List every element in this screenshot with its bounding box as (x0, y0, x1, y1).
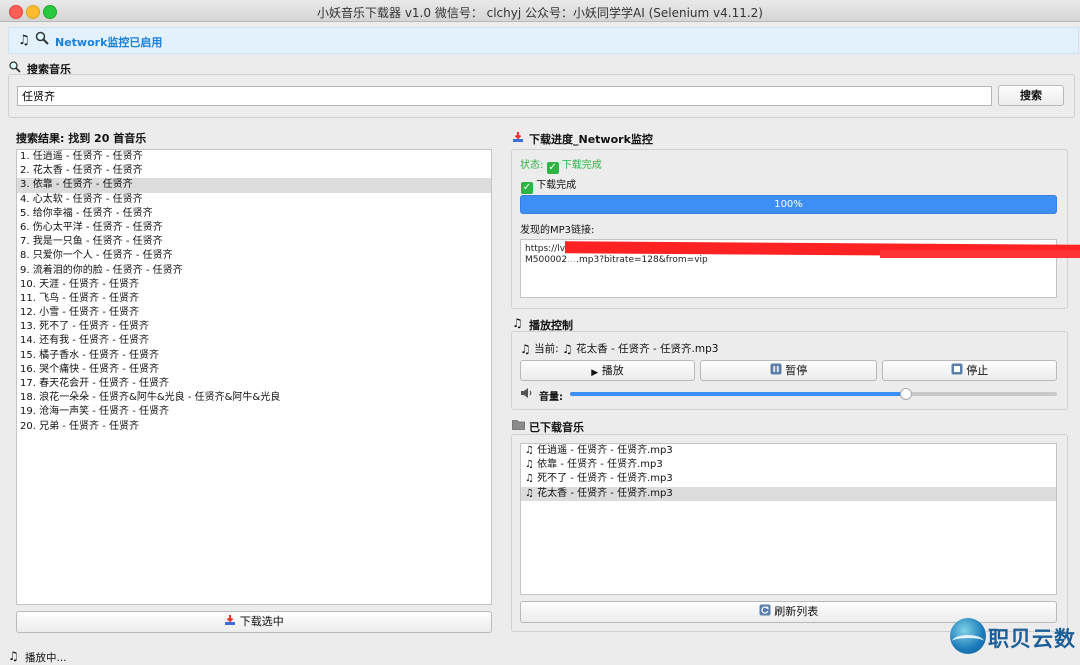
mp3-link-line-2-head: M500002 (525, 255, 568, 265)
network-status-banner: ♫ Network监控已启用 (8, 27, 1079, 54)
music-note-icon: ♫ (525, 487, 538, 499)
music-note-icon: ♫ (512, 316, 523, 330)
refresh-label: 刷新列表 (774, 605, 819, 618)
status-bar: ♫ 播放中... (0, 647, 1080, 664)
progress-section-title: 下载进度_Network监控 (529, 133, 653, 146)
play-icon: ▶ (591, 368, 599, 378)
pause-label: 暂停 (785, 364, 808, 377)
search-input[interactable] (17, 86, 992, 106)
mp3-links-label: 发现的MP3链接: (520, 225, 595, 236)
window-title: 小妖音乐下载器 v1.0 微信号： clchyj 公众号：小妖同学学AI (Se… (317, 6, 763, 20)
stop-button[interactable]: 停止 (882, 360, 1057, 381)
status-value: 下载完成 (561, 160, 602, 171)
mp3-link-line-2-tail: .mp3?bitrate=128&from=vip (576, 255, 708, 265)
stop-label: 停止 (966, 364, 989, 377)
result-list-item[interactable]: 17. 春天花会开 - 任贤齐 - 任贤齐 (17, 377, 491, 391)
downloaded-list-item[interactable]: ♫ 任逍遥 - 任贤齐 - 任贤齐.mp3 (521, 444, 1056, 458)
search-icon (35, 31, 49, 48)
current-track-name: 花太香 - 任贤齐 - 任贤齐.mp3 (576, 343, 719, 355)
redaction-bar (880, 250, 1080, 258)
result-list-item[interactable]: 6. 伤心太平洋 - 任贤齐 - 任贤齐 (17, 221, 491, 235)
speaker-icon (520, 387, 534, 402)
refresh-icon (759, 604, 771, 618)
music-note-icon: ♫ (525, 445, 538, 456)
result-list-item[interactable]: 13. 死不了 - 任贤齐 - 任贤齐 (17, 320, 491, 334)
status-bar-text: 播放中... (25, 652, 67, 664)
result-list-item[interactable]: 2. 花太香 - 任贤齐 - 任贤齐 (17, 164, 491, 178)
watermark-logo: 职贝云数 (950, 618, 1080, 658)
progress-percent: 100% (774, 199, 803, 210)
check-icon: ✓ (521, 182, 533, 194)
music-note-icon: ♫ (562, 342, 573, 356)
result-list-item[interactable]: 20. 兄弟 - 任贤齐 - 任贤齐 (17, 420, 491, 434)
result-list-item[interactable]: 4. 心太软 - 任贤齐 - 任贤齐 (17, 193, 491, 207)
globe-logo-icon (950, 618, 986, 654)
result-list-item[interactable]: 18. 浪花一朵朵 - 任贤齐&阿牛&光良 - 任贤齐&阿牛&光良 (17, 391, 491, 405)
music-note-icon: ♫ (525, 473, 538, 485)
result-list-item[interactable]: 9. 流着泪的你的脸 - 任贤齐 - 任贤齐 (17, 264, 491, 278)
download-message-text: 下载完成 (536, 180, 577, 191)
result-list-item[interactable]: 3. 依靠 - 任贤齐 - 任贤齐 (17, 178, 491, 193)
downloaded-item-name: 依靠 - 任贤齐 - 任贤齐.mp3 (537, 459, 663, 471)
watermark-text: 职贝云数 (988, 627, 1076, 651)
window-titlebar: 小妖音乐下载器 v1.0 微信号： clchyj 公众号：小妖同学学AI (Se… (0, 0, 1080, 22)
check-icon: ✓ (546, 162, 559, 174)
downloaded-list-item[interactable]: ♫ 花太香 - 任贤齐 - 任贤齐.mp3 (521, 486, 1056, 501)
stop-icon (951, 363, 963, 377)
result-list-item[interactable]: 5. 给你幸福 - 任贤齐 - 任贤齐 (17, 207, 491, 221)
music-note-icon: ♫ (18, 33, 30, 48)
downloaded-item-name: 任逍遥 - 任贤齐 - 任贤齐.mp3 (537, 445, 673, 456)
music-note-icon: ♫ (525, 459, 538, 471)
downloaded-item-name: 花太香 - 任贤齐 - 任贤齐.mp3 (537, 487, 673, 499)
result-list-item[interactable]: 8. 只爱你一个人 - 任贤齐 - 任贤齐 (17, 249, 491, 263)
play-button[interactable]: ▶ 播放 (520, 360, 695, 381)
mp3-link-line-2-obscured: … (567, 255, 577, 265)
result-list-item[interactable]: 19. 沧海一声笑 - 任贤齐 - 任贤齐 (17, 405, 491, 419)
pause-button[interactable]: 暂停 (700, 360, 877, 381)
download-selected-button[interactable]: 下载选中 (16, 611, 492, 633)
result-list-item[interactable]: 14. 还有我 - 任贤齐 - 任贤齐 (17, 334, 491, 348)
status-label: 状态: (520, 160, 544, 171)
volume-label: 音量: (539, 392, 563, 403)
downloaded-list-item[interactable]: ♫ 死不了 - 任贤齐 - 任贤齐.mp3 (521, 472, 1056, 486)
result-list-item[interactable]: 1. 任逍遥 - 任贤齐 - 任贤齐 (17, 150, 491, 164)
download-icon (224, 614, 236, 628)
music-note-icon: ♫ (520, 342, 531, 356)
downloaded-list-item[interactable]: ♫ 依靠 - 任贤齐 - 任贤齐.mp3 (521, 458, 1056, 472)
pause-icon (770, 363, 782, 377)
music-note-icon: ♫ (8, 649, 19, 663)
download-progress-bar: 100% (520, 195, 1057, 214)
download-selected-label: 下载选中 (239, 615, 284, 628)
folder-icon (512, 419, 525, 433)
result-list-item[interactable]: 11. 飞鸟 - 任贤齐 - 任贤齐 (17, 292, 491, 306)
result-list-item[interactable]: 10. 天涯 - 任贤齐 - 任贤齐 (17, 278, 491, 292)
search-results-list[interactable]: 1. 任逍遥 - 任贤齐 - 任贤齐 2. 花太香 - 任贤齐 - 任贤齐 3. 依… (16, 149, 492, 605)
network-status-text: Network监控已启用 (55, 36, 163, 49)
volume-slider-handle[interactable] (900, 388, 912, 400)
downloaded-list[interactable]: ♫ 任逍遥 - 任贤齐 - 任贤齐.mp3 ♫ 依靠 - 任贤齐 - 任贤齐.mp… (520, 443, 1057, 595)
play-label: 播放 (601, 364, 624, 377)
result-list-item[interactable]: 7. 我是一只鱼 - 任贤齐 - 任贤齐 (17, 235, 491, 249)
result-list-item[interactable]: 16. 哭个痛快 - 任贤齐 - 任贤齐 (17, 363, 491, 377)
download-icon (512, 131, 524, 146)
current-track: ♫ 当前: ♫ 花太香 - 任贤齐 - 任贤齐.mp3 (520, 341, 718, 356)
volume-slider-fill (570, 392, 906, 396)
search-button[interactable]: 搜索 (998, 85, 1064, 106)
result-list-item[interactable]: 15. 橘子香水 - 任贤齐 - 任贤齐 (17, 349, 491, 363)
download-status: 状态: ✓ 下载完成 (520, 156, 602, 174)
current-label: 当前: (534, 343, 559, 355)
results-header: 搜索结果: 找到 20 首音乐 (16, 132, 147, 145)
result-list-item[interactable]: 12. 小雪 - 任贤齐 - 任贤齐 (17, 306, 491, 320)
download-message: ✓ 下载完成 (521, 176, 576, 194)
downloaded-section-title: 已下载音乐 (529, 421, 584, 434)
downloaded-item-name: 死不了 - 任贤齐 - 任贤齐.mp3 (537, 473, 673, 485)
